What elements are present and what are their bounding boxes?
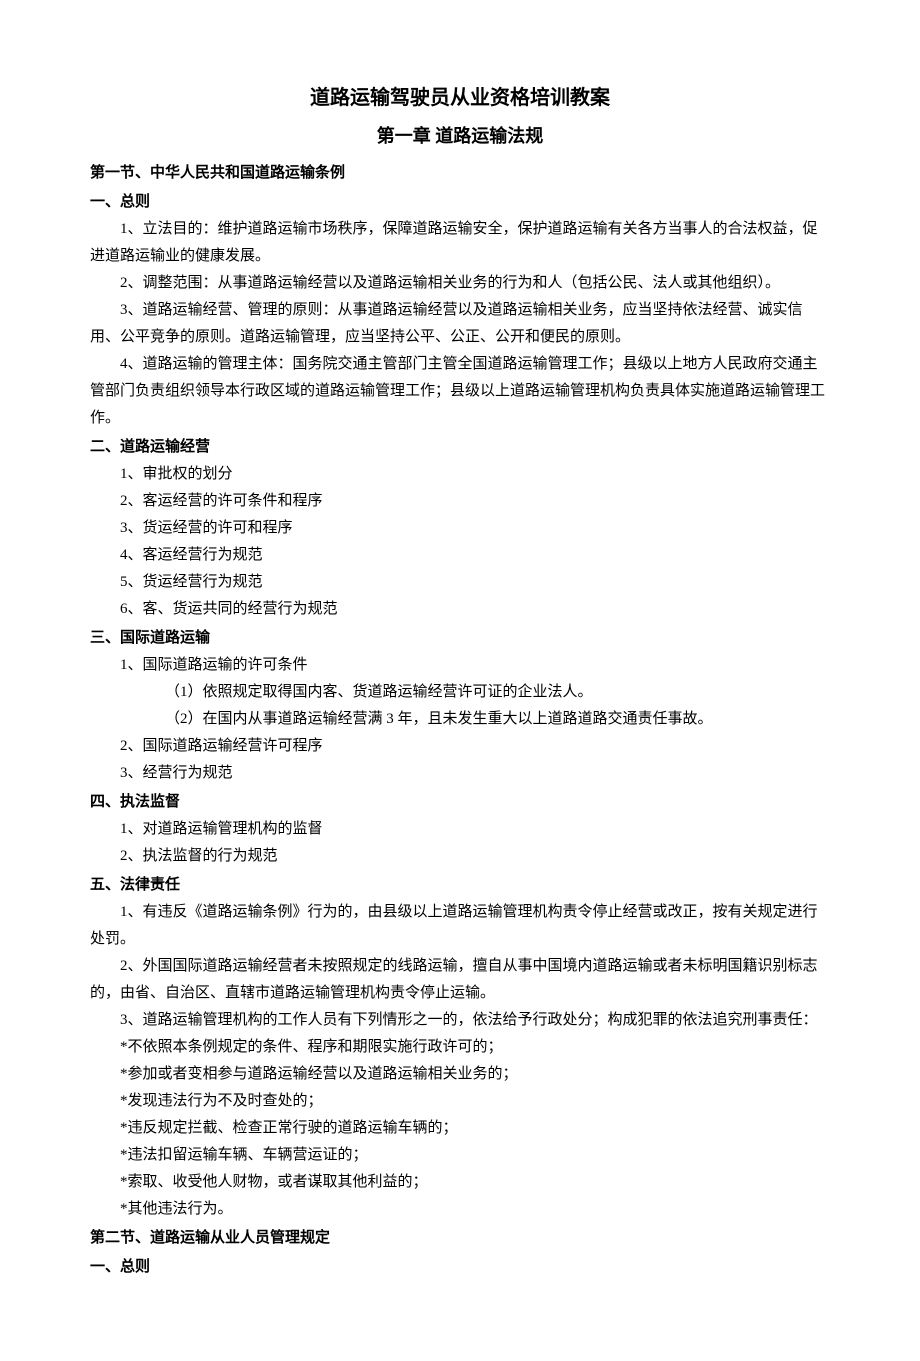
item-3-2: 2、国际道路运输经营许可程序 [90,733,830,760]
star-4: *违反规定拦截、检查正常行驶的道路运输车辆的； [90,1115,830,1142]
item-2-2: 2、客运经营的许可条件和程序 [90,488,830,515]
para-1-2: 2、调整范围：从事道路运输经营以及道路运输相关业务的行为和人（包括公民、法人或其… [90,270,830,297]
item-2-1: 1、审批权的划分 [90,461,830,488]
para-1-4: 4、道路运输的管理主体：国务院交通主管部门主管全国道路运输管理工作；县级以上地方… [90,351,830,432]
item-2-6: 6、客、货运共同的经营行为规范 [90,596,830,623]
subsection-1-1: 一、总则 [90,189,830,216]
item-4-1: 1、对道路运输管理机构的监督 [90,816,830,843]
subsection-1-2: 二、道路运输经营 [90,434,830,461]
para-1-1: 1、立法目的：维护道路运输市场秩序，保障道路运输安全，保护道路运输有关各方当事人… [90,216,830,270]
para-5-1: 1、有违反《道路运输条例》行为的，由县级以上道路运输管理机构责令停止经营或改正，… [90,899,830,953]
document-title: 道路运输驾驶员从业资格培训教案 [90,80,830,116]
subsection-2-1: 一、总则 [90,1254,830,1281]
star-7: *其他违法行为。 [90,1196,830,1223]
subsection-1-3: 三、国际道路运输 [90,625,830,652]
item-3-1b: （2）在国内从事道路运输经营满 3 年，且未发生重大以上道路道路交通责任事故。 [90,706,830,733]
chapter-title: 第一章 道路运输法规 [90,120,830,152]
star-5: *违法扣留运输车辆、车辆营运证的； [90,1142,830,1169]
para-5-3: 3、道路运输管理机构的工作人员有下列情形之一的，依法给予行政处分；构成犯罪的依法… [90,1007,830,1034]
item-2-4: 4、客运经营行为规范 [90,542,830,569]
item-3-3: 3、经营行为规范 [90,760,830,787]
star-1: *不依照本条例规定的条件、程序和期限实施行政许可的； [90,1034,830,1061]
para-5-2: 2、外国国际道路运输经营者未按照规定的线路运输，擅自从事中国境内道路运输或者未标… [90,953,830,1007]
item-3-1a: （1）依照规定取得国内客、货道路运输经营许可证的企业法人。 [90,679,830,706]
item-3-1: 1、国际道路运输的许可条件 [90,652,830,679]
section-2-heading: 第二节、道路运输从业人员管理规定 [90,1225,830,1252]
subsection-1-5: 五、法律责任 [90,872,830,899]
item-2-5: 5、货运经营行为规范 [90,569,830,596]
subsection-1-4: 四、执法监督 [90,789,830,816]
item-2-3: 3、货运经营的许可和程序 [90,515,830,542]
item-4-2: 2、执法监督的行为规范 [90,843,830,870]
star-2: *参加或者变相参与道路运输经营以及道路运输相关业务的； [90,1061,830,1088]
star-3: *发现违法行为不及时查处的； [90,1088,830,1115]
section-1-heading: 第一节、中华人民共和国道路运输条例 [90,160,830,187]
star-6: *索取、收受他人财物，或者谋取其他利益的； [90,1169,830,1196]
para-1-3: 3、道路运输经营、管理的原则：从事道路运输经营以及道路运输相关业务，应当坚持依法… [90,297,830,351]
